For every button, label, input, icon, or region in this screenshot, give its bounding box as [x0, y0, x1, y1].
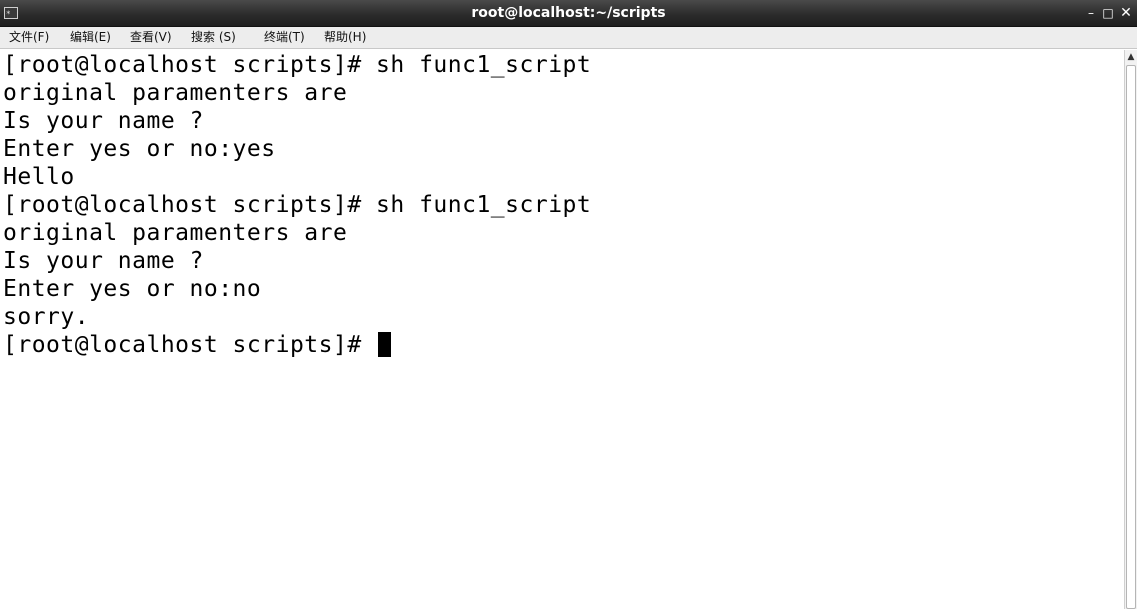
minimize-button[interactable]: –	[1082, 4, 1100, 22]
terminal-line: Enter yes or no:no	[3, 276, 262, 302]
maximize-button[interactable]: □	[1099, 4, 1117, 22]
menu-file[interactable]: 文件(F)	[9, 27, 49, 48]
terminal-line: [root@localhost scripts]# sh func1_scrip…	[3, 192, 592, 218]
title-bar[interactable]: ∗ root@localhost:~/scripts – □ ✕	[0, 0, 1137, 27]
terminal-line: Enter yes or no:yes	[3, 136, 276, 162]
terminal-line: original paramenters are	[3, 220, 348, 246]
menu-bar: 文件(F) 编辑(E) 查看(V) 搜索 (S) 终端(T) 帮助(H)	[0, 27, 1137, 49]
terminal-line: [root@localhost scripts]# sh func1_scrip…	[3, 52, 592, 78]
menu-help[interactable]: 帮助(H)	[324, 27, 366, 48]
terminal-window: ∗ root@localhost:~/scripts – □ ✕ 文件(F) 编…	[0, 0, 1137, 609]
menu-search[interactable]: 搜索 (S)	[191, 27, 236, 48]
menu-terminal[interactable]: 终端(T)	[264, 27, 305, 48]
menu-edit[interactable]: 编辑(E)	[70, 27, 111, 48]
terminal-line: Hello	[3, 164, 75, 190]
terminal-line: Is your name ?	[3, 248, 204, 274]
terminal-output[interactable]: [root@localhost scripts]# sh func1_scrip…	[0, 50, 1124, 609]
terminal-line: Is your name ?	[3, 108, 204, 134]
vertical-scrollbar[interactable]: ▲	[1124, 50, 1137, 609]
prompt-text: [root@localhost scripts]#	[3, 332, 377, 358]
terminal-prompt-line[interactable]: [root@localhost scripts]#	[3, 331, 392, 359]
terminal-line: original paramenters are	[3, 80, 348, 106]
terminal-line: sorry.	[3, 304, 90, 330]
text-cursor	[378, 332, 392, 357]
scrollbar-thumb[interactable]	[1126, 65, 1136, 609]
close-button[interactable]: ✕	[1117, 4, 1135, 22]
menu-view[interactable]: 查看(V)	[130, 27, 172, 48]
window-title: root@localhost:~/scripts	[471, 5, 666, 21]
scroll-up-arrow-icon[interactable]: ▲	[1125, 50, 1137, 64]
